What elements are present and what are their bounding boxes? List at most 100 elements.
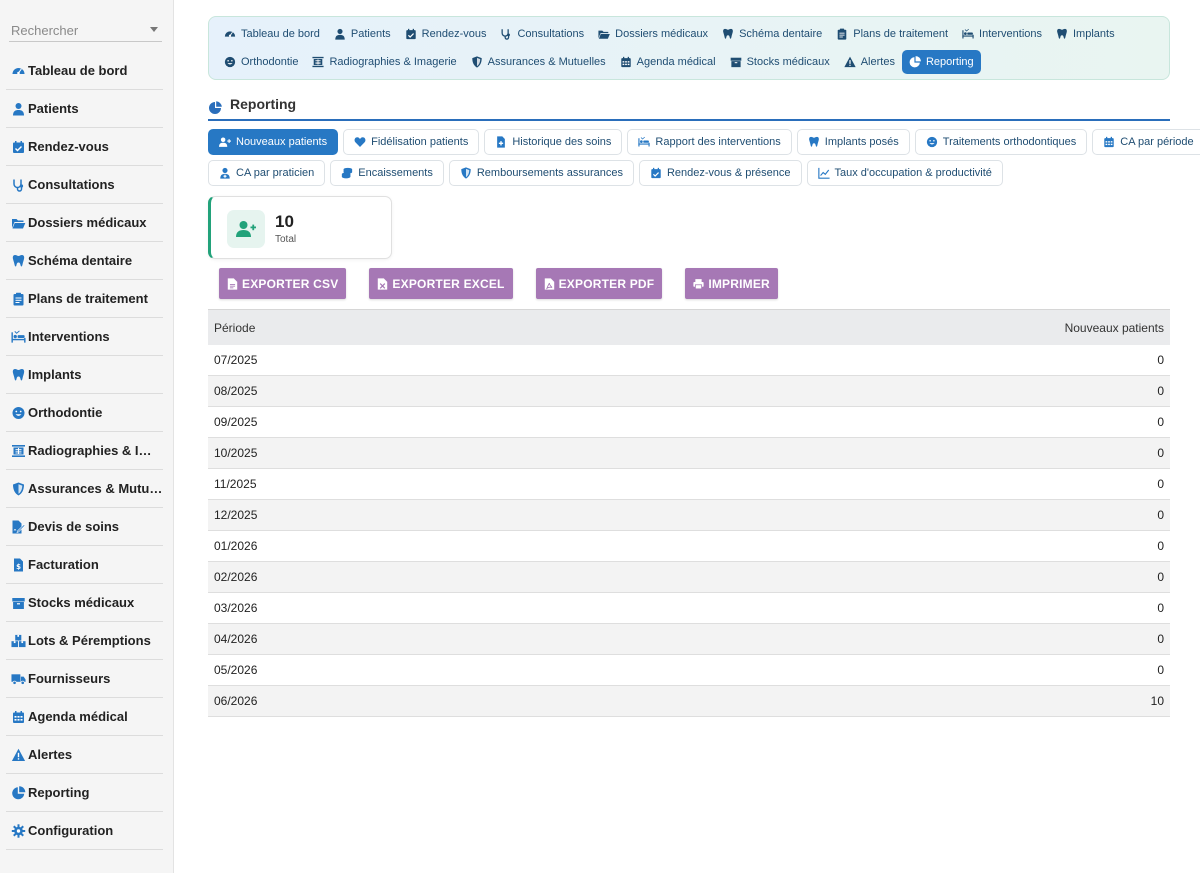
tab-label: Taux d'occupation & productivité (834, 167, 992, 179)
nav-item-label: Radiographies & Imagerie (329, 56, 457, 68)
cell-period: 04/2026 (214, 632, 258, 646)
sidebar-item-patients[interactable]: Patients (6, 90, 163, 128)
nav-item-dossiers-medicaux[interactable]: Dossiers médicaux (591, 22, 715, 46)
sidebar-item-radiographies-imagerie[interactable]: Radiographies & Imagerie (6, 432, 163, 470)
stethoscope-icon (11, 178, 26, 192)
tab-ca-par-periode[interactable]: CA par période (1092, 129, 1200, 155)
tab-remboursements-assurances[interactable]: Remboursements assurances (448, 160, 634, 186)
nav-item-agenda-medical[interactable]: Agenda médical (613, 50, 723, 74)
nav-item-schema-dentaire[interactable]: Schéma dentaire (715, 22, 829, 46)
cell-period: 05/2026 (214, 663, 258, 677)
tab-label: Remboursements assurances (476, 167, 623, 179)
tab-label: Fidélisation patients (371, 136, 469, 148)
nav-item-label: Implants (1073, 28, 1115, 40)
tab-label: Rapport des interventions (655, 136, 781, 148)
tab-ca-par-praticien[interactable]: CA par praticien (208, 160, 326, 186)
cell-period: 11/2025 (214, 477, 257, 491)
sidebar-item-interventions[interactable]: Interventions (6, 318, 163, 356)
nav-item-radiographies-imagerie[interactable]: Radiographies & Imagerie (305, 50, 463, 74)
nav-item-consultations[interactable]: Consultations (493, 22, 591, 46)
cell-period: 01/2026 (214, 539, 258, 553)
sidebar-item-implants[interactable]: Implants (6, 356, 163, 394)
sidebar-item-label: Orthodontie (28, 405, 103, 420)
xray-icon (312, 56, 325, 68)
calendar-icon (620, 56, 632, 68)
tab-rapport-des-interventions[interactable]: Rapport des interventions (627, 129, 792, 155)
nav-item-patients[interactable]: Patients (327, 22, 398, 46)
sidebar-item-label: Alertes (28, 747, 73, 762)
tab-taux-d-occupation-productivite[interactable]: Taux d'occupation & productivité (806, 160, 1003, 186)
sidebar-item-tableau-de-bord[interactable]: Tableau de bord (6, 52, 163, 90)
gear-icon (11, 823, 26, 838)
chevron-down-icon[interactable] (150, 27, 158, 32)
exporter-excel-button[interactable]: EXPORTER EXCEL (369, 268, 513, 299)
shield-icon (11, 482, 26, 496)
sidebar-item-plans-de-traitement[interactable]: Plans de traitement (6, 280, 163, 318)
nav-item-implants[interactable]: Implants (1049, 22, 1122, 46)
sidebar-item-reporting[interactable]: Reporting (6, 774, 163, 812)
tab-fidelisation-patients[interactable]: Fidélisation patients (343, 129, 480, 155)
truck-icon (11, 672, 26, 686)
nav-item-alertes[interactable]: Alertes (837, 50, 902, 74)
sidebar-item-orthodontie[interactable]: Orthodontie (6, 394, 163, 432)
nav-item-reporting[interactable]: Reporting (901, 50, 981, 74)
sidebar-item-facturation[interactable]: $ Facturation (6, 546, 163, 584)
column-header-period[interactable]: Période (214, 321, 255, 335)
procedure-bed-icon (11, 330, 26, 344)
sidebar-item-dossiers-medicaux[interactable]: Dossiers médicaux (6, 204, 163, 242)
table-row: 04/2026 0 (208, 624, 1170, 655)
sidebar-item-schema-dentaire[interactable]: Schéma dentaire (6, 242, 163, 280)
sidebar-item-label: Fournisseurs (28, 671, 111, 686)
tooth-icon (11, 254, 26, 268)
nav-item-stocks-medicaux[interactable]: Stocks médicaux (723, 50, 837, 74)
exporter-csv-button[interactable]: EXPORTER CSV (219, 268, 347, 299)
sidebar-item-assurances-mutuelles[interactable]: Assurances & Mutuelles (6, 470, 163, 508)
exporter-pdf-button[interactable]: EXPORTER PDF (535, 268, 663, 299)
column-header-new-patients[interactable]: Nouveaux patients (1065, 321, 1164, 335)
sidebar-item-agenda-medical[interactable]: Agenda médical (6, 698, 163, 736)
tab-label: CA par période (1120, 136, 1194, 148)
table-row: 08/2025 0 (208, 376, 1170, 407)
tab-historique-des-soins[interactable]: Historique des soins (484, 129, 623, 155)
stat-value: 10 (275, 212, 294, 231)
cell-period: 07/2025 (214, 353, 258, 367)
sidebar-item-lots-peremptions[interactable]: Lots & Péremptions (6, 622, 163, 660)
warning-icon (844, 56, 856, 68)
tab-traitements-orthodontiques[interactable]: Traitements orthodontiques (914, 129, 1088, 155)
cell-new-patients: 0 (1157, 663, 1164, 677)
nav-item-assurances-mutuelles[interactable]: Assurances & Mutuelles (464, 50, 613, 74)
clipboard-icon (11, 292, 26, 306)
nav-item-interventions[interactable]: Interventions (955, 22, 1049, 46)
cell-new-patients: 0 (1157, 353, 1164, 367)
sidebar-item-alertes[interactable]: Alertes (6, 736, 163, 774)
table-body: 07/2025 0 08/2025 0 09/2025 0 10/2025 0 11/2025 0… (208, 345, 1170, 717)
folder-open-icon (11, 216, 26, 230)
cell-period: 03/2026 (214, 601, 258, 615)
sidebar-item-label: Tableau de bord (28, 63, 128, 78)
sidebar-item-consultations[interactable]: Consultations (6, 166, 163, 204)
table-row: 11/2025 0 (208, 469, 1170, 500)
nav-item-label: Rendez-vous (421, 28, 487, 40)
cell-new-patients: 0 (1157, 570, 1164, 584)
sidebar-item-label: Reporting (28, 785, 90, 800)
folder-open-icon (598, 28, 610, 40)
nav-item-plans-de-traitement[interactable]: Plans de traitement (829, 22, 955, 46)
file-excel-icon (377, 277, 388, 290)
sidebar-item-devis-de-soins[interactable]: Devis de soins (6, 508, 163, 546)
nav-item-rendez-vous[interactable]: Rendez-vous (398, 22, 494, 46)
sidebar-item-fournisseurs[interactable]: Fournisseurs (6, 660, 163, 698)
xray-icon (11, 444, 26, 458)
search-input[interactable] (9, 18, 162, 40)
imprimer-button[interactable]: IMPRIMER (685, 268, 778, 299)
tab-implants-poses[interactable]: Implants posés (796, 129, 910, 155)
nav-item-tableau-de-bord[interactable]: Tableau de bord (217, 22, 327, 46)
stat-label: Total (275, 234, 297, 245)
sidebar-item-configuration[interactable]: Configuration (6, 812, 163, 850)
tab-rendez-vous-presence[interactable]: Rendez-vous & présence (638, 160, 802, 186)
tab-encaissements[interactable]: Encaissements (330, 160, 444, 186)
button-label: EXPORTER EXCEL (392, 276, 505, 291)
tab-nouveaux-patients[interactable]: Nouveaux patients (208, 129, 339, 155)
sidebar-item-rendez-vous[interactable]: Rendez-vous (6, 128, 163, 166)
sidebar-item-stocks-medicaux[interactable]: Stocks médicaux (6, 584, 163, 622)
nav-item-orthodontie[interactable]: Orthodontie (217, 50, 305, 74)
